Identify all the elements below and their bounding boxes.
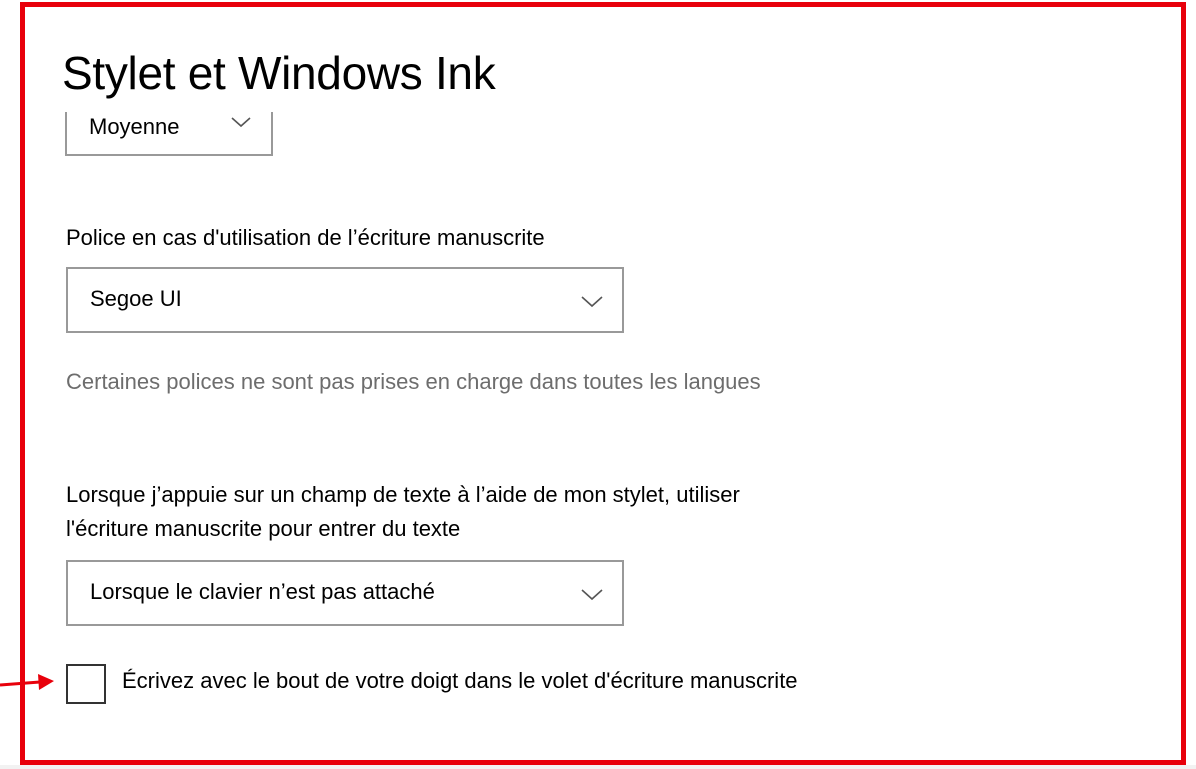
chevron-down-icon xyxy=(581,589,603,601)
handwriting-label-line1: Lorsque j’appuie sur un champ de texte à… xyxy=(66,482,740,507)
arrow-right-icon xyxy=(0,674,54,690)
finger-writing-checkbox[interactable] xyxy=(66,664,106,704)
handwriting-dropdown[interactable]: Lorsque le clavier n’est pas attaché xyxy=(66,560,624,626)
chevron-down-icon xyxy=(581,296,603,308)
finger-writing-label: Écrivez avec le bout de votre doigt dans… xyxy=(122,668,798,693)
settings-window: Stylet et Windows Ink Moyenne Police en … xyxy=(0,0,1196,769)
page-title: Stylet et Windows Ink xyxy=(62,47,496,99)
font-dropdown-value: Segoe UI xyxy=(90,286,182,311)
handwriting-label-line2: l'écriture manuscrite pour entrer du tex… xyxy=(66,516,461,541)
font-hint: Certaines polices ne sont pas prises en … xyxy=(66,369,761,394)
size-dropdown-value: Moyenne xyxy=(89,114,180,139)
scrolled-content-clip: Moyenne xyxy=(40,112,640,162)
size-dropdown[interactable]: Moyenne xyxy=(65,112,273,156)
chevron-down-icon xyxy=(231,117,251,128)
font-label: Police en cas d'utilisation de l’écritur… xyxy=(66,225,545,250)
bottom-strip xyxy=(0,765,1196,769)
font-dropdown[interactable]: Segoe UI xyxy=(66,267,624,333)
handwriting-dropdown-value: Lorsque le clavier n’est pas attaché xyxy=(90,579,435,604)
